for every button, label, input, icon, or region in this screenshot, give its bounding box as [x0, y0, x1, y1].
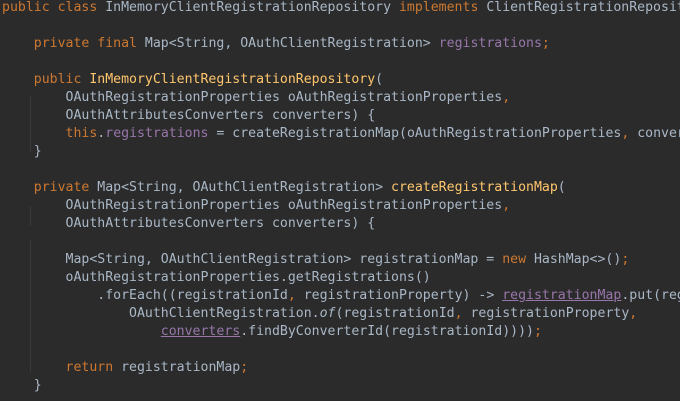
- code-token: InMemoryClientRegistrationRepository: [89, 72, 376, 87]
- code-token: new: [502, 252, 534, 267]
- code-token: = createRegistrationMap(oAuthRegistratio…: [208, 126, 622, 141]
- code-token: ,: [287, 288, 304, 303]
- code-token[interactable]: converters: [161, 324, 240, 339]
- code-token: of: [319, 306, 336, 321]
- code-token: ;: [621, 252, 630, 267]
- code-token: ClientRegistrationRepository {: [486, 0, 680, 15]
- code-token: (: [557, 180, 566, 195]
- code-token: converters): [637, 126, 680, 141]
- code-token: }: [2, 144, 42, 159]
- code-token: createRegistrationMap: [391, 180, 558, 195]
- code-token: OAuthAttributesConverters converters) {: [2, 216, 376, 231]
- code-token: return: [65, 360, 122, 375]
- code-token: InMemoryClientRegistrationRepository: [105, 0, 399, 15]
- code-token: .put(registrationId: [621, 288, 680, 303]
- code-token: OAuthClientRegistration.: [2, 306, 320, 321]
- code-token: }: [2, 378, 42, 393]
- code-line-21[interactable]: return registrationMap;: [2, 359, 249, 377]
- code-token: (: [375, 72, 384, 87]
- code-token: OAuthRegistrationProperties oAuthRegistr…: [2, 198, 503, 213]
- code-token: ,: [502, 198, 511, 213]
- code-token: Map<String, OAuthClientRegistration>: [144, 36, 439, 51]
- code-token: registrations: [438, 36, 542, 51]
- code-line-16[interactable]: oAuthRegistrationProperties.getRegistrat…: [2, 269, 431, 287]
- code-token: registrationProperty) ->: [303, 288, 503, 303]
- code-token: ,: [621, 126, 638, 141]
- code-token: public class: [2, 0, 106, 15]
- code-token: private: [2, 180, 98, 195]
- code-line-15[interactable]: Map<String, OAuthClientRegistration> reg…: [2, 251, 630, 269]
- code-token: .forEach((registrationId: [2, 288, 288, 303]
- code-line-8[interactable]: this.registrations = createRegistrationM…: [2, 125, 680, 143]
- code-token: .findByConverterId(registrationId)))): [240, 324, 534, 339]
- code-line-7[interactable]: OAuthAttributesConverters converters) {: [2, 107, 376, 125]
- code-token: ;: [541, 36, 550, 51]
- code-line-3[interactable]: private final Map<String, OAuthClientReg…: [2, 35, 550, 53]
- code-token: Map<String, OAuthClientRegistration> reg…: [2, 252, 503, 267]
- code-token: ,: [454, 306, 471, 321]
- code-token: ,: [502, 90, 511, 105]
- code-line-18[interactable]: OAuthClientRegistration.of(registrationI…: [2, 305, 637, 323]
- code-token: ;: [533, 324, 542, 339]
- code-token: HashMap<>(): [533, 252, 622, 267]
- code-token: OAuthAttributesConverters converters) {: [2, 108, 376, 123]
- code-line-5[interactable]: public InMemoryClientRegistrationReposit…: [2, 71, 383, 89]
- code-line-11[interactable]: private Map<String, OAuthClientRegistrat…: [2, 179, 566, 197]
- code-token: (registrationId: [335, 306, 455, 321]
- code-token: Map<String, OAuthClientRegistration>: [97, 180, 392, 195]
- code-line-12[interactable]: OAuthRegistrationProperties oAuthRegistr…: [2, 197, 511, 215]
- code-token: ;: [240, 360, 249, 375]
- code-token: registrations: [105, 126, 209, 141]
- code-editor[interactable]: public class InMemoryClientRegistrationR…: [0, 0, 680, 401]
- code-line-13[interactable]: OAuthAttributesConverters converters) {: [2, 215, 376, 233]
- code-line-17[interactable]: .forEach((registrationId, registrationPr…: [2, 287, 680, 305]
- code-token: registrationMap: [121, 360, 241, 375]
- code-line-1[interactable]: public class InMemoryClientRegistrationR…: [2, 0, 680, 17]
- code-token: private final: [2, 36, 145, 51]
- code-token: oAuthRegistrationProperties.getRegistrat…: [2, 270, 431, 285]
- code-token: this: [65, 126, 98, 141]
- code-token: OAuthRegistrationProperties oAuthRegistr…: [2, 90, 503, 105]
- code-token: public: [2, 72, 90, 87]
- code-line-9[interactable]: }: [2, 143, 42, 161]
- code-token[interactable]: registrationMap: [502, 288, 621, 303]
- code-line-6[interactable]: OAuthRegistrationProperties oAuthRegistr…: [2, 89, 511, 107]
- code-token: registrationProperty: [470, 306, 630, 321]
- code-line-19[interactable]: converters.findByConverterId(registratio…: [2, 323, 542, 341]
- code-line-22[interactable]: }: [2, 377, 42, 395]
- code-token: implements: [398, 0, 487, 15]
- code-token: ,: [629, 306, 638, 321]
